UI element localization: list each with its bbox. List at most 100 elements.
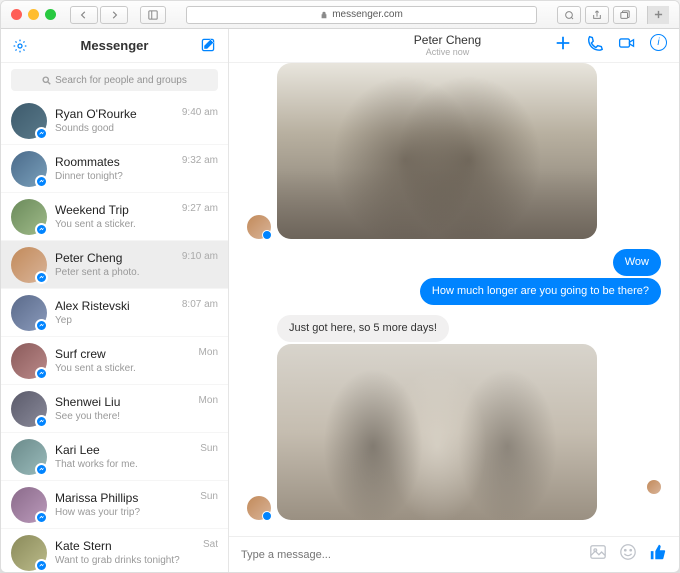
conversation-preview: See you there!	[55, 410, 191, 423]
avatar	[11, 343, 47, 379]
conversation-item[interactable]: Kate SternWant to grab drinks tonight?Sa…	[1, 529, 228, 572]
conversation-item[interactable]: Shenwei LiuSee you there! Mon	[1, 385, 228, 433]
avatar	[11, 487, 47, 523]
conversation-time: 9:27 am	[182, 203, 218, 214]
tabs-button[interactable]	[613, 6, 637, 24]
share-button[interactable]	[585, 6, 609, 24]
back-button[interactable]	[70, 6, 98, 24]
info-button[interactable]: i	[650, 34, 667, 51]
forward-button[interactable]	[100, 6, 128, 24]
conversation-time: 9:32 am	[182, 155, 218, 166]
url-bar[interactable]: messenger.com	[186, 6, 537, 24]
like-button[interactable]	[649, 543, 667, 566]
seen-indicator	[647, 480, 661, 494]
conversation-name: Shenwei Liu	[55, 395, 191, 410]
sent-message: How much longer are you going to be ther…	[420, 278, 661, 305]
photo-message[interactable]	[277, 63, 597, 239]
conversation-time: Sun	[200, 491, 218, 502]
sender-avatar	[247, 496, 271, 520]
conversation-preview: That works for me.	[55, 458, 192, 471]
conversation-time: Sat	[203, 539, 218, 550]
maximize-icon[interactable]	[45, 9, 56, 20]
conversation-name: Marissa Phillips	[55, 491, 192, 506]
conversation-name: Ryan O'Rourke	[55, 107, 174, 122]
sidebar-header: Messenger	[1, 29, 228, 63]
contact-status: Active now	[341, 47, 554, 58]
video-call-button[interactable]	[618, 34, 636, 57]
message-group-received	[247, 63, 661, 239]
messenger-badge-icon	[35, 223, 48, 236]
conversation-time: Mon	[199, 395, 218, 406]
browser-actions	[557, 6, 669, 24]
conversation-name: Surf crew	[55, 347, 191, 362]
search-input[interactable]: Search for people and groups	[11, 69, 218, 91]
received-message: Just got here, so 5 more days!	[277, 315, 449, 342]
url-text: messenger.com	[332, 9, 403, 20]
conversation-preview: Yep	[55, 314, 174, 327]
settings-button[interactable]	[11, 37, 29, 55]
conversation-item[interactable]: Surf crewYou sent a sticker. Mon	[1, 337, 228, 385]
conversation-item[interactable]: Weekend TripYou sent a sticker. 9:27 am	[1, 193, 228, 241]
gear-icon	[12, 38, 28, 54]
photo-message[interactable]	[277, 344, 597, 520]
new-tab-button[interactable]	[647, 6, 669, 24]
emoji-button[interactable]	[619, 543, 637, 566]
conversation-preview: You sent a sticker.	[55, 362, 191, 375]
messenger-badge-icon	[262, 511, 272, 521]
messenger-app: Messenger Search for people and groups R…	[1, 29, 679, 572]
conversation-actions: i	[554, 34, 667, 57]
conversation-item[interactable]: RoommatesDinner tonight?9:32 am	[1, 145, 228, 193]
messenger-badge-icon	[35, 559, 48, 572]
plus-icon	[554, 34, 572, 52]
contact-name: Peter Cheng	[341, 33, 554, 47]
emoji-icon	[619, 543, 637, 561]
video-icon	[618, 34, 636, 52]
avatar	[11, 439, 47, 475]
conversation-pane: Peter Cheng Active now i Wow	[229, 29, 679, 572]
sidebar-toggle-button[interactable]	[140, 6, 166, 24]
conversation-time: 8:07 am	[182, 299, 218, 310]
messenger-badge-icon	[35, 175, 48, 188]
conversation-preview: You sent a sticker.	[55, 218, 174, 231]
conversation-title: Peter Cheng Active now	[341, 33, 554, 58]
minimize-icon[interactable]	[28, 9, 39, 20]
conversation-time: Mon	[199, 347, 218, 358]
compose-button[interactable]	[200, 37, 218, 55]
conversation-item[interactable]: Alex RistevskiYep8:07 am	[1, 289, 228, 337]
conversation-item[interactable]: Marissa PhillipsHow was your trip?Sun	[1, 481, 228, 529]
conversation-item[interactable]: Peter ChengPeter sent a photo.9:10 am	[1, 241, 228, 289]
compose-icon	[200, 37, 216, 53]
close-icon[interactable]	[11, 9, 22, 20]
messenger-badge-icon	[35, 367, 48, 380]
message-group-sent: Wow How much longer are you going to be …	[247, 249, 661, 305]
reader-button[interactable]	[557, 6, 581, 24]
message-group-received: Just got here, so 5 more days!	[247, 315, 661, 520]
conversation-preview: Sounds good	[55, 122, 174, 135]
messenger-badge-icon	[35, 127, 48, 140]
photo-icon	[589, 543, 607, 561]
messenger-badge-icon	[35, 463, 48, 476]
conversation-item[interactable]: Kari LeeThat works for me.Sun	[1, 433, 228, 481]
avatar	[11, 151, 47, 187]
conversation-preview: Want to grab drinks tonight?	[55, 554, 195, 567]
avatar	[11, 199, 47, 235]
conversation-name: Kari Lee	[55, 443, 192, 458]
messenger-badge-icon	[262, 230, 272, 240]
sender-avatar	[247, 215, 271, 239]
conversation-time: 9:10 am	[182, 251, 218, 262]
voice-call-button[interactable]	[586, 34, 604, 57]
photo-button[interactable]	[589, 543, 607, 566]
conversation-preview: Peter sent a photo.	[55, 266, 174, 279]
conversation-header: Peter Cheng Active now i	[229, 29, 679, 63]
conversation-name: Weekend Trip	[55, 203, 174, 218]
conversation-list: Ryan O'RourkeSounds good9:40 am Roommate…	[1, 97, 228, 572]
add-people-button[interactable]	[554, 34, 572, 57]
window-controls	[11, 9, 56, 20]
conversation-item[interactable]: Ryan O'RourkeSounds good9:40 am	[1, 97, 228, 145]
message-list[interactable]: Wow How much longer are you going to be …	[229, 63, 679, 536]
message-input[interactable]	[241, 549, 577, 561]
messenger-badge-icon	[35, 271, 48, 284]
browser-titlebar: messenger.com	[1, 1, 679, 29]
messenger-badge-icon	[35, 319, 48, 332]
browser-window: messenger.com Messenger Search for peopl	[0, 0, 680, 573]
